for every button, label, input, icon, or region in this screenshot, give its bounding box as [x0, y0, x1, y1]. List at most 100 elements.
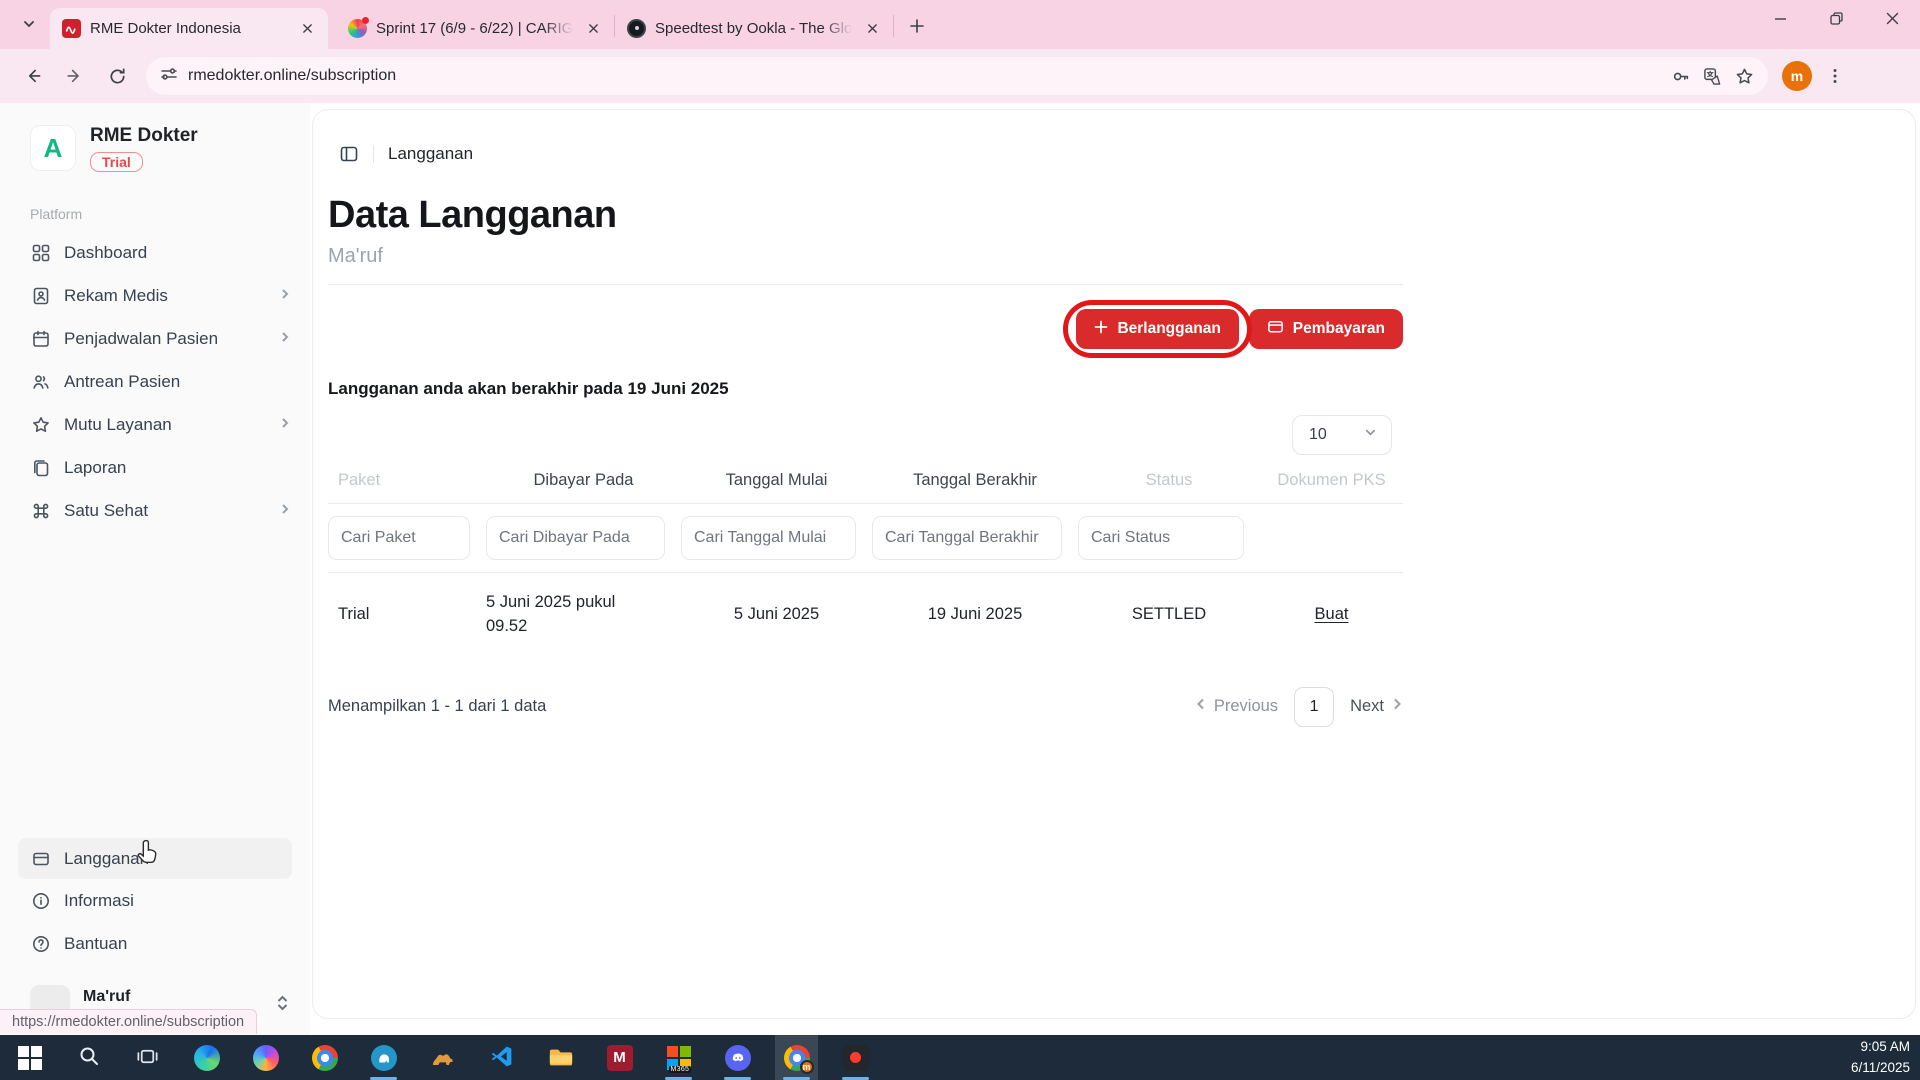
sidebar-item-bantuan[interactable]: Bantuan — [0, 922, 310, 965]
column-header[interactable]: Tanggal Berakhir — [872, 455, 1078, 503]
tab-search-button[interactable] — [12, 8, 46, 42]
back-button[interactable] — [14, 57, 52, 95]
edge-button[interactable] — [185, 1035, 228, 1080]
camel-app-icon — [430, 1045, 456, 1071]
sidebar-item-antrean-pasien[interactable]: Antrean Pasien — [0, 361, 310, 404]
subscribe-button[interactable]: Berlangganan — [1076, 309, 1238, 349]
discord-button[interactable] — [716, 1035, 759, 1080]
windows-taskbar: M M365 m 9:05 AM 6/11/2025 — [0, 1035, 1920, 1080]
sidebar-item-label: Langganan — [64, 849, 292, 869]
file-explorer-button[interactable] — [539, 1035, 582, 1080]
info-icon — [30, 890, 51, 911]
forward-button[interactable] — [56, 57, 94, 95]
browser-tabstrip: RME Dokter Indonesia Sprint 17 (6/9 - 6/… — [0, 0, 1920, 49]
site-info-icon[interactable] — [160, 65, 178, 88]
tab-rme-dokter[interactable]: RME Dokter Indonesia — [50, 8, 328, 49]
reload-button[interactable] — [98, 57, 136, 95]
cell-dibayar-pada: 5 Juni 2025 pukul 09.52 — [486, 573, 681, 657]
sidebar-toggle-button[interactable] — [339, 144, 359, 164]
create-document-link[interactable]: Buat — [1315, 605, 1349, 624]
payment-button-label: Pembayaran — [1293, 320, 1385, 338]
bookmark-star-icon[interactable] — [1728, 60, 1760, 92]
calendar-icon — [30, 329, 51, 350]
password-key-icon[interactable] — [1664, 60, 1696, 92]
task-view-button[interactable] — [126, 1035, 169, 1080]
sidebar-item-langganan[interactable]: Langganan — [18, 838, 292, 879]
url-text: rmedokter.online/subscription — [188, 67, 1664, 85]
m365-icon: M365 — [666, 1045, 692, 1071]
camel-app-button[interactable] — [421, 1035, 464, 1080]
next-page-button[interactable]: Next — [1350, 697, 1403, 716]
sidebar-item-informasi[interactable]: Informasi — [0, 879, 310, 922]
filter-tanggal-berakhir-input[interactable] — [872, 516, 1062, 560]
table-header-row: Paket Dibayar Pada Tanggal Mulai Tanggal… — [328, 455, 1403, 503]
sidebar-item-label: Laporan — [64, 458, 292, 478]
subscription-notice: Langganan anda akan berakhir pada 19 Jun… — [328, 379, 1403, 399]
tab-close-icon[interactable] — [582, 18, 604, 40]
tab-close-icon[interactable] — [296, 18, 318, 40]
payment-button[interactable]: Pembayaran — [1249, 309, 1403, 349]
column-header[interactable]: Status — [1078, 455, 1260, 503]
table-row: Trial 5 Juni 2025 pukul 09.52 5 Juni 202… — [328, 573, 1403, 657]
column-header[interactable]: Dokumen PKS — [1260, 455, 1403, 503]
address-bar[interactable]: rmedokter.online/subscription — [146, 57, 1768, 95]
filter-status-input[interactable] — [1078, 516, 1244, 560]
sidebar-item-mutu-layanan[interactable]: Mutu Layanan — [0, 404, 310, 447]
filter-tanggal-mulai-input[interactable] — [681, 516, 856, 560]
chrome-icon — [312, 1045, 338, 1071]
browser-toolbar: rmedokter.online/subscription m — [0, 49, 1920, 103]
column-header[interactable]: Dibayar Pada — [486, 455, 681, 503]
column-header[interactable]: Tanggal Mulai — [681, 455, 872, 503]
rme-favicon-icon — [62, 19, 81, 38]
filter-dibayar-pada-input[interactable] — [486, 516, 665, 560]
copilot-icon — [253, 1045, 279, 1071]
page-number[interactable]: 1 — [1294, 687, 1334, 727]
tab-speedtest[interactable]: Speedtest by Ookla - The Glob — [615, 8, 893, 49]
close-window-button[interactable] — [1864, 0, 1920, 36]
main-content: Langganan Data Langganan Ma'ruf Berlangg… — [312, 109, 1916, 1019]
vscode-button[interactable] — [480, 1035, 523, 1080]
chrome-button[interactable] — [303, 1035, 346, 1080]
column-header[interactable]: Paket — [328, 455, 486, 503]
minimize-button[interactable] — [1752, 0, 1808, 36]
taskbar-clock[interactable]: 9:05 AM 6/11/2025 — [1851, 1037, 1920, 1078]
profile-avatar[interactable]: m — [1782, 61, 1812, 91]
user-name: Ma'ruf — [83, 988, 275, 1006]
brand: A RME Dokter Trial — [0, 125, 310, 172]
page-size-select[interactable]: 10 — [1292, 415, 1392, 455]
browser-menu-icon[interactable] — [1818, 59, 1852, 93]
task-view-icon — [135, 1044, 160, 1072]
chrome-profile-button[interactable]: m — [775, 1035, 818, 1080]
page-title: Data Langganan — [328, 194, 1915, 237]
m-app-button[interactable]: M — [598, 1035, 641, 1080]
edge-icon — [194, 1045, 220, 1071]
m365-button[interactable]: M365 — [657, 1035, 700, 1080]
sidebar-bottom-nav: Langganan Informasi Bantuan — [0, 838, 310, 965]
star-icon — [30, 415, 51, 436]
search-icon — [77, 1044, 101, 1071]
sidebar: A RME Dokter Trial Platform Dashboard Re… — [0, 103, 310, 1035]
taskbar-search-button[interactable] — [67, 1035, 110, 1080]
filter-paket-input[interactable] — [328, 516, 470, 560]
database-app-button[interactable] — [362, 1035, 405, 1080]
sidebar-item-rekam-medis[interactable]: Rekam Medis — [0, 275, 310, 318]
tab-sprint[interactable]: Sprint 17 (6/9 - 6/22) | CARIGI | — [336, 8, 614, 49]
windows-logo-icon — [18, 1046, 42, 1070]
start-button[interactable] — [8, 1035, 51, 1080]
next-label: Next — [1350, 697, 1384, 716]
restore-button[interactable] — [1808, 0, 1864, 36]
tab-close-icon[interactable] — [861, 18, 883, 40]
previous-page-button[interactable]: Previous — [1195, 697, 1278, 716]
pagination: Menampilkan 1 - 1 dari 1 data Previous 1… — [328, 687, 1403, 727]
sidebar-item-label: Mutu Layanan — [64, 415, 265, 435]
new-tab-button[interactable] — [902, 11, 932, 41]
sidebar-item-penjadwalan-pasien[interactable]: Penjadwalan Pasien — [0, 318, 310, 361]
sidebar-item-laporan[interactable]: Laporan — [0, 447, 310, 490]
screen-recorder-button[interactable] — [834, 1035, 877, 1080]
sidebar-item-dashboard[interactable]: Dashboard — [0, 232, 310, 275]
report-icon — [30, 458, 51, 479]
translate-icon[interactable] — [1696, 60, 1728, 92]
copilot-button[interactable] — [244, 1035, 287, 1080]
subscribe-button-label: Berlangganan — [1117, 320, 1220, 338]
sidebar-item-satu-sehat[interactable]: Satu Sehat — [0, 490, 310, 533]
